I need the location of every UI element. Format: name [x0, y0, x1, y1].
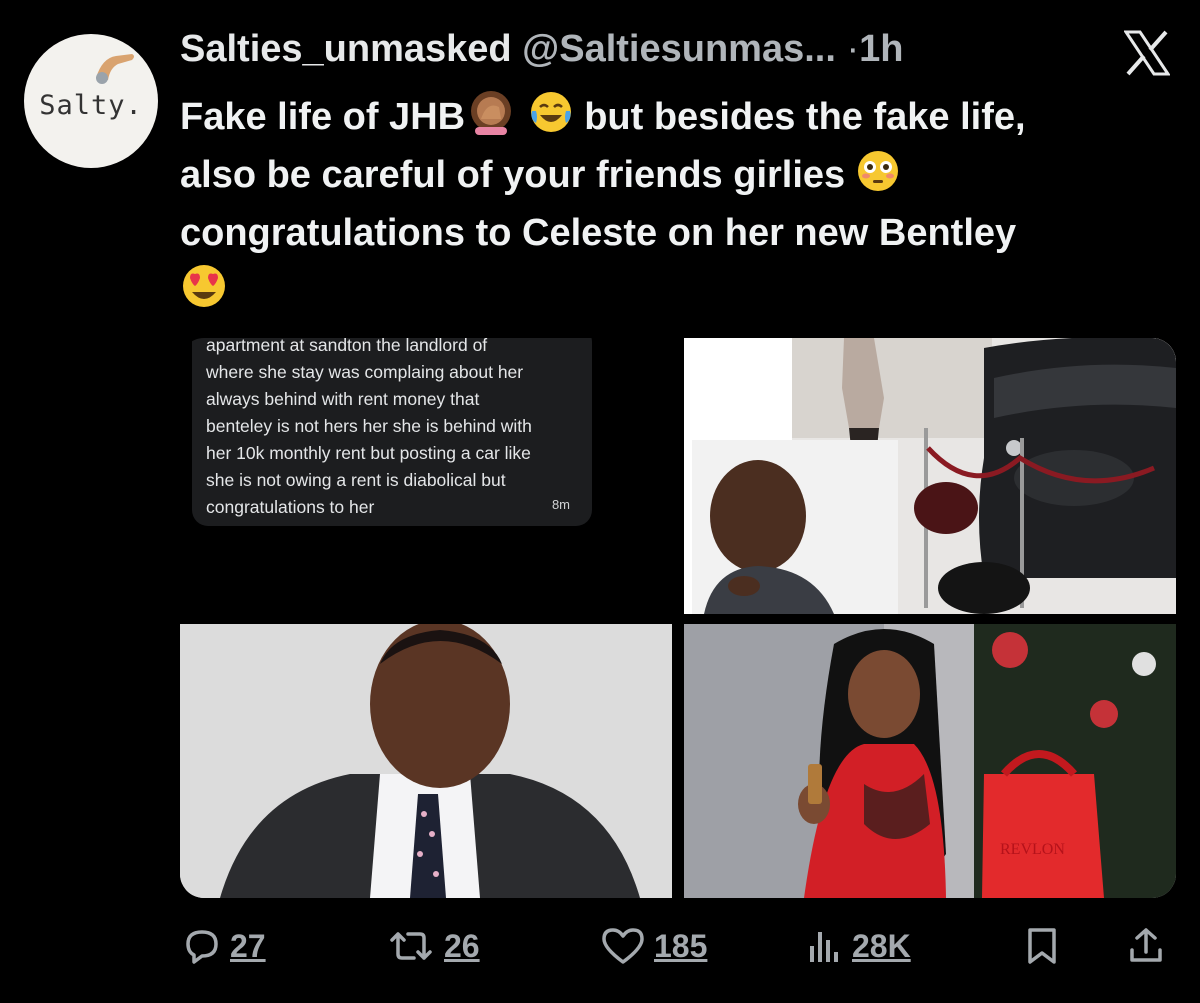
heart-eyes-emoji-icon	[183, 265, 225, 307]
comment-line: where she stay was complaing about her	[206, 362, 524, 382]
comment-time: 8m	[551, 497, 570, 512]
comment-line: she is not owing a rent is diabolical bu…	[206, 470, 506, 490]
reply-count: 27	[230, 927, 266, 964]
comment-line: always behind with rent money that	[206, 389, 480, 409]
car-collage-illustration	[684, 338, 1176, 614]
avatar[interactable]: Salty.	[24, 34, 158, 168]
timestamp[interactable]: 1h	[859, 28, 903, 70]
man-in-suit-photo[interactable]	[180, 624, 672, 898]
x-logo-icon[interactable]	[1124, 30, 1170, 76]
heart-icon	[602, 928, 644, 964]
facepalm-emoji-icon	[471, 91, 512, 135]
avatar-text: Salty.	[39, 90, 143, 121]
views-button[interactable]: 28K	[804, 926, 911, 966]
hand-icon	[96, 54, 134, 84]
text-line-4: congratulations to Celeste on her new Be…	[180, 212, 1017, 254]
repost-button[interactable]: 26	[386, 926, 480, 966]
comment-line: congratulations to her	[206, 497, 375, 517]
user-handle[interactable]: @Saltiesunmas...	[522, 28, 836, 70]
like-button[interactable]: 185	[600, 926, 707, 966]
share-button[interactable]	[1126, 926, 1166, 966]
comment-line: her 10k monthly rent but posting a car l…	[206, 443, 531, 463]
text-line-2: but besides the fake life,	[584, 96, 1026, 138]
views-chart-icon	[810, 932, 838, 962]
tweet-header: Salties_unmasked @Saltiesunmas... ·1h	[180, 28, 1160, 88]
separator: ·	[846, 28, 860, 70]
comment-bubble: apartment at sandton the landlord of whe…	[192, 338, 592, 526]
text-line-3: also be careful of your friends girlies	[180, 154, 846, 196]
comment-line: benteley is not hers her she is behind w…	[206, 416, 532, 436]
bookmark-button[interactable]	[1024, 926, 1060, 966]
like-count: 185	[654, 927, 708, 964]
woman-revlon-illustration: REVLON	[684, 624, 1176, 898]
repost-count: 26	[444, 927, 480, 964]
flushed-emoji-icon	[857, 151, 898, 191]
woman-revlon-photo[interactable]: REVLON	[684, 624, 1176, 898]
views-count: 28K	[852, 927, 911, 964]
reply-button[interactable]: 27	[180, 926, 266, 966]
comment-screenshot-image[interactable]: apartment at sandton the landlord of whe…	[180, 338, 672, 614]
reply-icon	[186, 930, 218, 964]
tears-of-joy-emoji-icon	[530, 92, 571, 132]
repost-icon	[390, 932, 432, 960]
share-icon	[1130, 928, 1162, 962]
media-grid[interactable]: apartment at sandton the landlord of whe…	[180, 338, 1176, 898]
tweet-text: Fake life of JHB but besides the fake li…	[180, 88, 1180, 321]
bookmark-icon	[1028, 928, 1056, 964]
action-bar: 27 26 185 28K	[180, 926, 1170, 966]
text-line-1: Fake life of JHB	[180, 96, 466, 138]
car-collage-image[interactable]	[684, 338, 1176, 614]
man-in-suit-illustration	[180, 624, 672, 898]
display-name[interactable]: Salties_unmasked	[180, 28, 512, 70]
revlon-label: REVLON	[1000, 841, 1065, 858]
comment-line: apartment at sandton the landlord of	[206, 338, 488, 355]
